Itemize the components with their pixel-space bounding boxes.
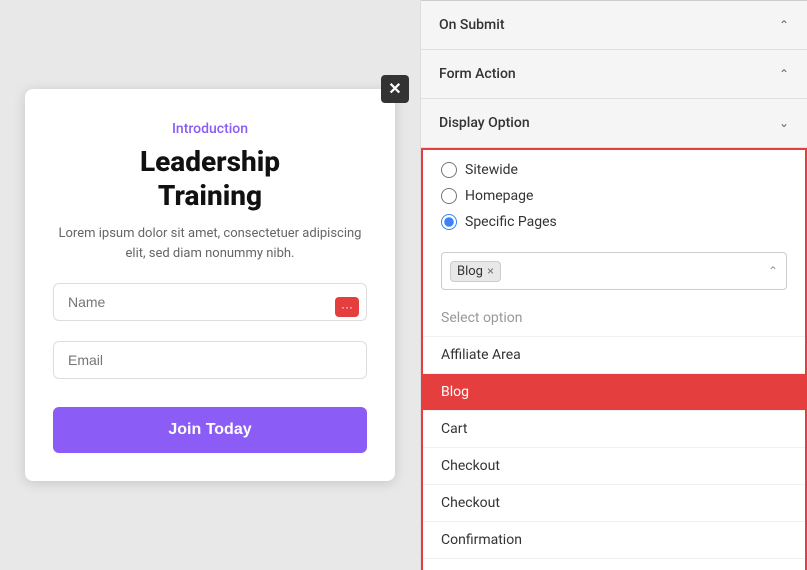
radio-homepage-label: Homepage xyxy=(465,188,533,204)
dropdown-item-affiliate-area[interactable]: Affiliate Area xyxy=(423,337,805,374)
radio-sitewide[interactable]: Sitewide xyxy=(441,162,787,178)
intro-label: Introduction xyxy=(53,121,367,137)
dropdown-item-confirmation[interactable]: Confirmation xyxy=(423,522,805,559)
dropdown-item-checkout-1[interactable]: Checkout xyxy=(423,448,805,485)
email-input-wrapper xyxy=(53,341,367,389)
on-submit-chevron-icon: ⌃ xyxy=(779,18,789,32)
form-action-label: Form Action xyxy=(439,66,516,82)
radio-homepage-input[interactable] xyxy=(441,188,457,204)
form-description: Lorem ipsum dolor sit amet, consectetuer… xyxy=(53,224,367,263)
form-action-section-header[interactable]: Form Action ⌃ xyxy=(421,50,807,99)
tag-blog-label: Blog xyxy=(457,264,483,279)
dropdown-item-checkout-2[interactable]: Checkout xyxy=(423,485,805,522)
radio-specific-label: Specific Pages xyxy=(465,214,557,230)
radio-specific-pages[interactable]: Specific Pages xyxy=(441,214,787,230)
submit-button[interactable]: Join Today xyxy=(53,407,367,453)
close-icon: ✕ xyxy=(388,79,401,99)
on-submit-label: On Submit xyxy=(439,17,504,33)
display-option-chevron-icon: ⌄ xyxy=(779,116,789,130)
radio-specific-input[interactable] xyxy=(441,214,457,230)
dropdown-item-cart[interactable]: Cart xyxy=(423,411,805,448)
form-preview-panel: ✕ Introduction LeadershipTraining Lorem … xyxy=(0,0,420,570)
name-input-wrapper: ··· xyxy=(53,283,367,331)
multiselect-arrow-icon: ⌃ xyxy=(768,264,778,278)
radio-homepage[interactable]: Homepage xyxy=(441,188,787,204)
tag-blog: Blog × xyxy=(450,261,501,282)
name-options-button[interactable]: ··· xyxy=(335,297,359,317)
form-title: LeadershipTraining xyxy=(53,145,367,212)
dropdown-list: Select option Affiliate Area Blog Cart C… xyxy=(423,300,805,570)
display-option-label: Display Option xyxy=(439,115,530,131)
multiselect-tags: Blog × xyxy=(442,253,786,289)
dropdown-placeholder[interactable]: Select option xyxy=(423,300,805,337)
name-input[interactable] xyxy=(53,283,367,321)
form-card: ✕ Introduction LeadershipTraining Lorem … xyxy=(25,89,395,481)
radio-sitewide-input[interactable] xyxy=(441,162,457,178)
tag-blog-remove-button[interactable]: × xyxy=(487,264,494,278)
display-option-section-header[interactable]: Display Option ⌄ xyxy=(421,99,807,148)
dropdown-item-purchase-confirmation[interactable]: Purchase Confirmation xyxy=(423,559,805,570)
email-input[interactable] xyxy=(53,341,367,379)
display-option-content: Sitewide Homepage Specific Pages Blog × … xyxy=(421,148,807,570)
radio-group: Sitewide Homepage Specific Pages xyxy=(423,150,805,252)
radio-sitewide-label: Sitewide xyxy=(465,162,518,178)
settings-panel: On Submit ⌃ Form Action ⌃ Display Option… xyxy=(420,0,807,570)
close-button[interactable]: ✕ xyxy=(381,75,409,103)
dropdown-item-blog[interactable]: Blog xyxy=(423,374,805,411)
on-submit-section-header[interactable]: On Submit ⌃ xyxy=(421,1,807,50)
multiselect-container[interactable]: Blog × ⌃ xyxy=(441,252,787,290)
form-action-chevron-icon: ⌃ xyxy=(779,67,789,81)
